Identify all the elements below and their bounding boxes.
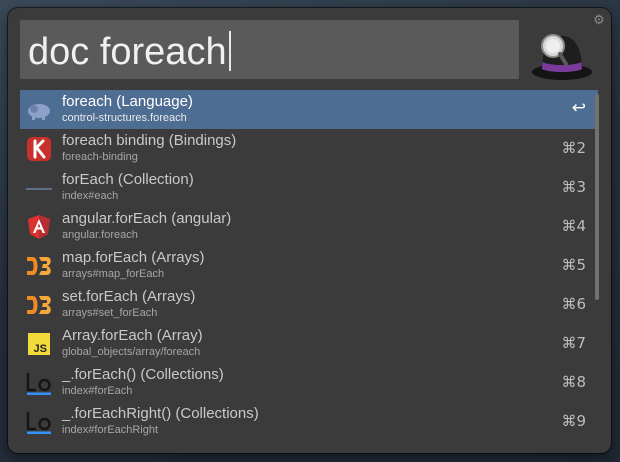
gear-icon[interactable]: ⚙ [593, 13, 605, 26]
result-subtitle: angular.foreach [62, 229, 138, 241]
result-row[interactable]: foreach (Language) control-structures.fo… [20, 90, 598, 129]
alfred-hat-icon [532, 34, 592, 80]
result-shortcut: ⌘3 [561, 178, 586, 196]
result-row[interactable]: _.forEachRight() (Collections) index#for… [20, 402, 598, 441]
results-list: foreach (Language) control-structures.fo… [20, 90, 598, 447]
result-title: foreach binding (Bindings) [62, 132, 237, 149]
result-shortcut: ⌘9 [561, 412, 586, 430]
result-row[interactable]: map.forEach (Arrays) arrays#map_forEach … [20, 246, 598, 285]
php-elephant-icon [28, 104, 50, 120]
search-query: doc foreach [28, 31, 231, 71]
result-title: _.forEachRight() (Collections) [62, 405, 259, 422]
result-title: foreach (Language) [62, 93, 193, 110]
lodash-icon [26, 412, 51, 434]
result-row[interactable]: _.forEach() (Collections) index#forEach … [20, 363, 598, 402]
text-caret [228, 31, 231, 71]
result-subtitle: index#forEachRight [62, 424, 159, 436]
result-title: forEach (Collection) [62, 171, 194, 188]
result-subtitle: foreach-binding [62, 151, 138, 163]
result-row[interactable]: foreach binding (Bindings) foreach-bindi… [20, 129, 598, 168]
result-subtitle: global_objects/array/foreach [62, 346, 201, 358]
alfred-window: ⚙ doc foreach foreach (Language) control… [8, 8, 611, 453]
result-title: Array.forEach (Array) [62, 327, 203, 344]
search-query-text: doc foreach [28, 31, 227, 73]
result-subtitle: arrays#map_forEach [62, 268, 165, 280]
d3-logo-icon [27, 257, 51, 275]
angular-shield-icon [28, 215, 50, 239]
results-scrollbar[interactable] [595, 94, 599, 300]
result-shortcut: ⌘8 [561, 373, 586, 391]
d3-logo-icon [27, 296, 51, 314]
return-key-icon: ↩ [571, 98, 586, 118]
result-shortcut: ⌘5 [561, 256, 586, 274]
result-row[interactable]: JS Array.forEach (Array) global_objects/… [20, 324, 598, 363]
svg-text:JS: JS [34, 343, 47, 355]
result-subtitle: index#each [62, 190, 119, 202]
knockout-icon [27, 137, 51, 161]
lodash-icon [26, 373, 51, 395]
result-shortcut: ⌘7 [561, 334, 586, 352]
result-shortcut: ⌘4 [561, 217, 586, 235]
result-shortcut: ⌘6 [561, 295, 586, 313]
collection-dash-icon [26, 188, 52, 190]
search-input[interactable]: doc foreach [20, 20, 519, 79]
result-subtitle: index#forEach [62, 385, 133, 397]
js-badge-icon: JS [28, 333, 50, 355]
result-row[interactable]: forEach (Collection) index#each ⌘3 [20, 168, 598, 207]
result-shortcut: ⌘2 [561, 139, 586, 157]
result-title: angular.forEach (angular) [62, 210, 232, 227]
result-row[interactable]: angular.forEach (angular) angular.foreac… [20, 207, 598, 246]
result-title: _.forEach() (Collections) [62, 366, 224, 383]
result-subtitle: arrays#set_forEach [62, 307, 158, 319]
result-row[interactable]: set.forEach (Arrays) arrays#set_forEach … [20, 285, 598, 324]
result-subtitle: control-structures.foreach [62, 112, 187, 124]
result-title: map.forEach (Arrays) [62, 249, 205, 266]
result-title: set.forEach (Arrays) [62, 288, 196, 305]
